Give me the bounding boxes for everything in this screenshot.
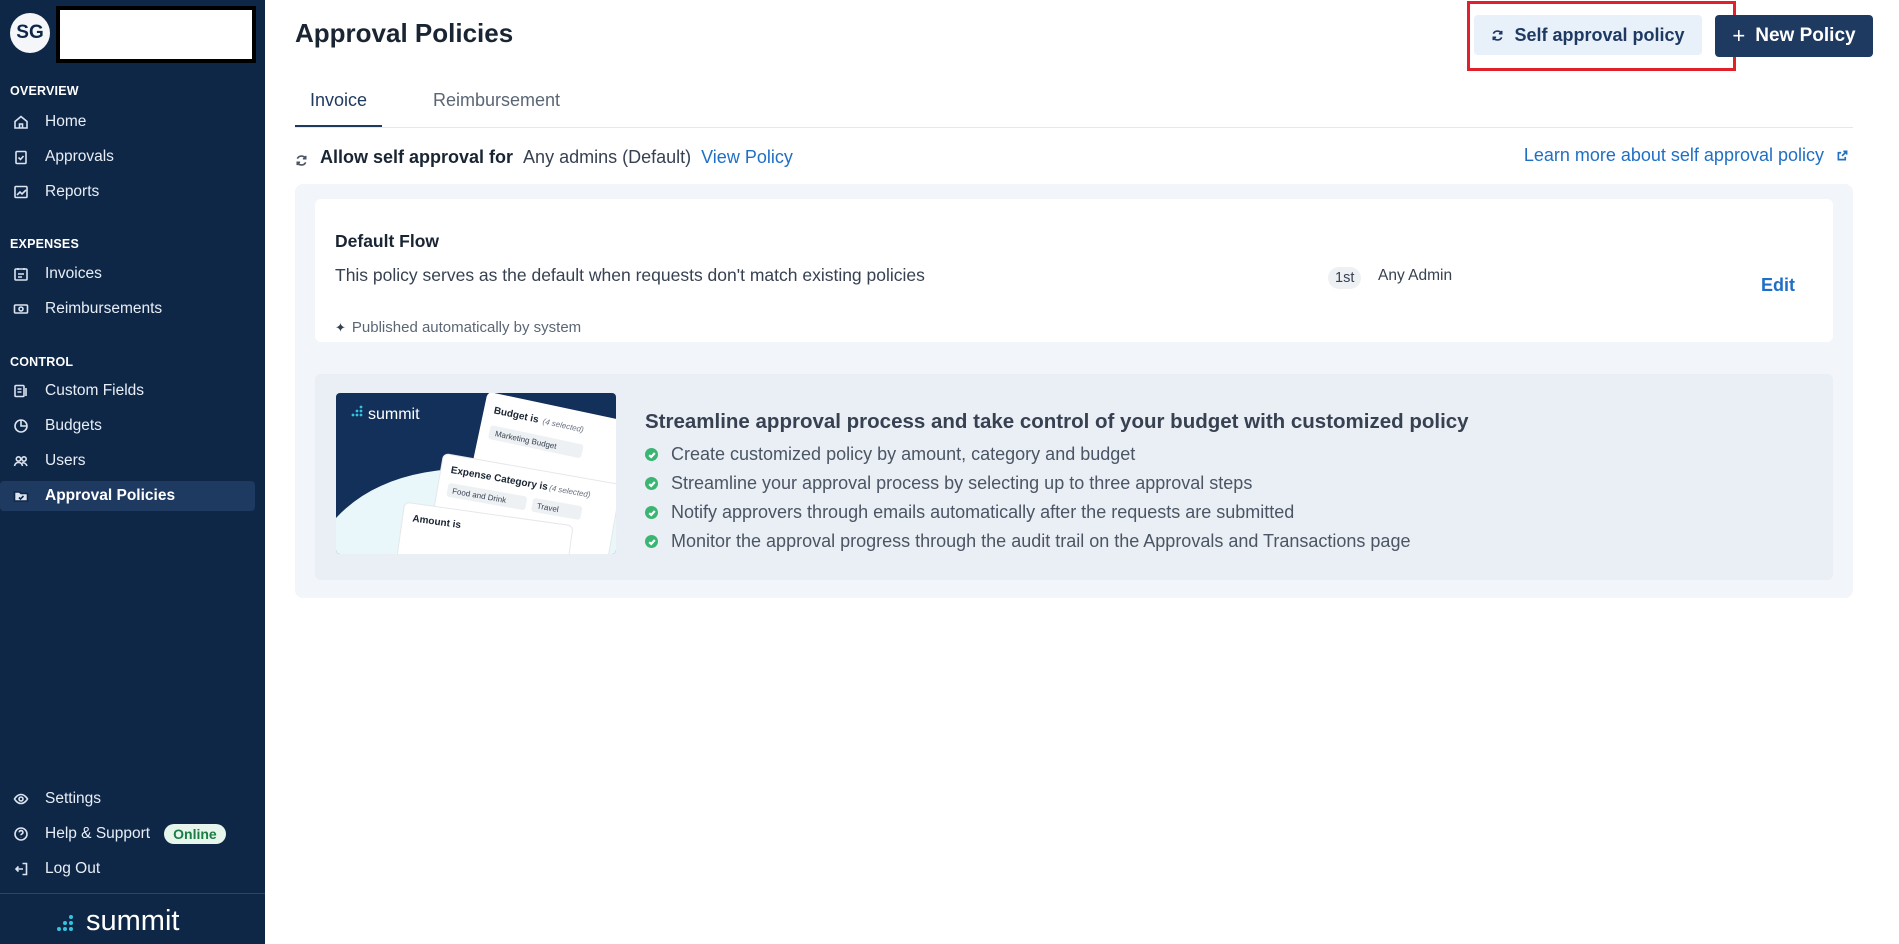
chart-icon <box>12 183 30 201</box>
invoice-icon <box>12 265 30 283</box>
learn-more-link[interactable]: Learn more about self approval policy <box>1524 145 1848 166</box>
new-policy-label: New Policy <box>1755 25 1856 46</box>
new-policy-button[interactable]: + New Policy <box>1715 15 1873 57</box>
view-policy-link[interactable]: View Policy <box>701 147 793 168</box>
sidebar-item-label: Approval Policies <box>45 487 176 504</box>
self-approval-value: Any admins (Default) <box>523 146 692 167</box>
tab-invoice[interactable]: Invoice <box>295 90 383 127</box>
app-root: SG OVERVIEW Home Approvals Reports EXPEN… <box>0 0 1899 944</box>
help-icon <box>12 825 30 843</box>
promo-feature-text: Notify approvers through emails automati… <box>671 502 1295 522</box>
sidebar-item-reports[interactable]: Reports <box>0 177 255 207</box>
default-flow-card: Default Flow This policy serves as the d… <box>315 199 1833 342</box>
online-status-badge: Online <box>164 824 226 844</box>
sidebar-item-label: Approvals <box>45 148 114 165</box>
main-content: Approval Policies Self approval policy +… <box>265 0 1899 944</box>
summit-logo-icon <box>57 914 73 931</box>
promo-illustration-svg: summit Budget is (4 selected) Marketing … <box>336 393 616 554</box>
sidebar-item-approval-policies[interactable]: Approval Policies <box>0 481 255 511</box>
promo-feature: Notify approvers through emails automati… <box>645 502 1294 523</box>
sidebar-divider <box>0 893 265 894</box>
sidebar-item-reimbursements[interactable]: Reimbursements <box>0 294 255 324</box>
folder-check-icon <box>12 487 30 505</box>
self-approval-row: Allow self approval for Any admins (Defa… <box>295 145 1853 169</box>
external-link-icon <box>1837 150 1848 161</box>
org-name-redacted[interactable] <box>56 6 256 63</box>
promo-feature: Monitor the approval progress through th… <box>645 531 1410 552</box>
policy-tabs: Invoice Reimbursement <box>295 82 1853 128</box>
section-label-expenses: EXPENSES <box>10 237 79 251</box>
default-flow-title: Default Flow <box>335 231 440 251</box>
home-icon <box>12 113 30 131</box>
sidebar-item-help[interactable]: Help & Support Online <box>0 819 255 849</box>
check-circle-icon <box>645 477 658 490</box>
promo-feature: Create customized policy by amount, cate… <box>645 444 1135 465</box>
sidebar-item-settings[interactable]: Settings <box>0 784 255 814</box>
sidebar-item-approvals[interactable]: Approvals <box>0 142 255 172</box>
sidebar-item-label: Budgets <box>45 417 102 434</box>
sidebar-item-label: Invoices <box>45 265 102 282</box>
sidebar-item-label: Settings <box>45 790 102 807</box>
settings-eye-icon <box>12 790 30 808</box>
approval-step-badge: 1st <box>1328 267 1362 289</box>
sidebar-item-budgets[interactable]: Budgets <box>0 411 255 441</box>
sidebar-item-label: Custom Fields <box>45 382 145 399</box>
promo-feature-text: Streamline your approval process by sele… <box>671 473 1253 493</box>
sparkle-icon: ✦ <box>335 319 346 335</box>
sidebar-item-home[interactable]: Home <box>0 107 255 137</box>
promo-feature: Streamline your approval process by sele… <box>645 473 1252 494</box>
default-flow-description: This policy serves as the default when r… <box>335 265 925 285</box>
summit-logo: summit <box>56 905 179 938</box>
plus-icon: + <box>1732 23 1746 48</box>
sidebar-item-label: Reports <box>45 183 100 200</box>
promo-feature-text: Monitor the approval progress through th… <box>671 531 1411 551</box>
org-name-box <box>60 10 252 59</box>
budget-pie-icon <box>12 417 30 435</box>
promo-illustration: summit Budget is (4 selected) Marketing … <box>336 393 616 554</box>
published-label: Published automatically by system <box>351 319 582 336</box>
sidebar-item-label: Home <box>45 113 87 130</box>
edit-policy-link[interactable]: Edit <box>1761 275 1795 296</box>
users-icon <box>12 452 30 470</box>
summit-logo-text: summit <box>86 905 180 937</box>
check-circle-icon <box>645 535 658 548</box>
self-approval-label: Allow self approval for <box>320 146 514 167</box>
sidebar-item-invoices[interactable]: Invoices <box>0 259 255 289</box>
promo-title: Streamline approval process and take con… <box>645 410 1469 433</box>
published-note: ✦ Published automatically by system <box>335 319 581 336</box>
fields-icon <box>12 382 30 400</box>
promo-card: summit Budget is (4 selected) Marketing … <box>315 374 1833 580</box>
sidebar-item-logout[interactable]: Log Out <box>0 854 255 884</box>
sidebar-item-label: Help & Support <box>45 825 151 842</box>
sidebar-item-custom-fields[interactable]: Custom Fields <box>0 376 255 406</box>
promo-logo-text: summit <box>368 406 420 423</box>
clipboard-check-icon <box>12 148 30 166</box>
sidebar-item-users[interactable]: Users <box>0 446 255 476</box>
logout-icon <box>12 860 30 878</box>
sidebar-item-label: Reimbursements <box>45 300 163 317</box>
refresh-icon <box>295 151 308 166</box>
learn-more-label: Learn more about self approval policy <box>1523 145 1824 165</box>
page-title: Approval Policies <box>295 18 514 48</box>
sidebar-item-label: Log Out <box>45 860 101 877</box>
section-label-overview: OVERVIEW <box>10 84 79 98</box>
avatar[interactable]: SG <box>10 13 50 53</box>
section-label-control: CONTROL <box>10 355 74 369</box>
check-circle-icon <box>645 506 658 519</box>
policies-panel: Default Flow This policy serves as the d… <box>295 184 1853 598</box>
promo-feature-text: Create customized policy by amount, cate… <box>671 444 1136 464</box>
highlight-box <box>1467 1 1736 71</box>
sidebar-item-label: Users <box>45 452 86 469</box>
cash-icon <box>12 300 30 318</box>
approver-name: Any Admin <box>1378 267 1453 284</box>
sidebar: SG OVERVIEW Home Approvals Reports EXPEN… <box>0 0 265 944</box>
check-circle-icon <box>645 448 658 461</box>
tab-reimbursement[interactable]: Reimbursement <box>433 90 560 125</box>
